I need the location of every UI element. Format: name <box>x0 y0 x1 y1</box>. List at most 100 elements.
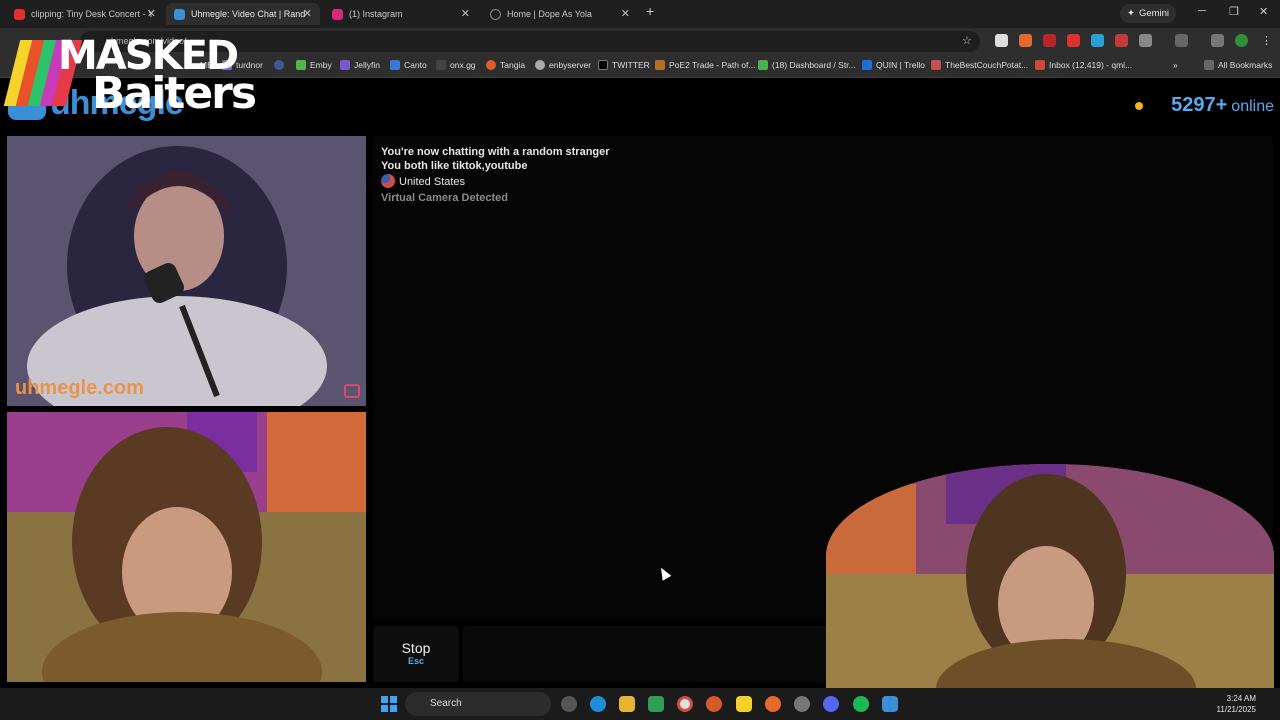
extension-k-icon[interactable] <box>995 34 1008 47</box>
online-label: online <box>1231 98 1274 115</box>
bookmark-label: QUIN | Trello <box>876 60 925 70</box>
extension-fox-icon[interactable] <box>1019 34 1032 47</box>
sidepanel-icon[interactable] <box>1175 34 1188 47</box>
youtube-icon <box>14 8 25 20</box>
streamer-webcam-overlay <box>826 464 1274 694</box>
chat-country-line: United States <box>381 174 465 188</box>
stop-label: Stop <box>401 640 431 656</box>
chat-status-line: You're now chatting with a random strang… <box>381 146 610 158</box>
chat-interests-line: You both like tiktok,youtube <box>381 160 528 172</box>
edge-icon[interactable] <box>590 696 606 712</box>
tab-instagram[interactable]: (1) Instagram ✕ <box>324 3 478 25</box>
avatar[interactable] <box>1235 34 1248 47</box>
instagram-icon <box>332 8 343 20</box>
more-bookmarks-icon[interactable]: » <box>1173 60 1178 70</box>
bookmark-gmail[interactable]: Inbox (12,419) - qmi... <box>1035 60 1132 70</box>
stranger-video: uhmegle.com <box>7 136 366 406</box>
bookmark-label: PoE2 Trade - Path of... <box>669 60 756 70</box>
bookmark-label: Emby <box>310 60 332 70</box>
bookmark-canto[interactable]: Canto <box>390 60 427 70</box>
bookmark-facebook[interactable] <box>274 60 284 70</box>
tab-yola[interactable]: Home | Dope As Yola ✕ <box>482 3 638 25</box>
couchpotato-icon <box>931 60 941 70</box>
new-tab-button[interactable]: + <box>646 3 654 19</box>
browser-tab-strip: clipping: Tiny Desk Concert - Y ✕ Uhmegl… <box>0 0 1280 28</box>
tab-label: Uhmegle: Video Chat | Rand <box>191 9 306 19</box>
bookmark-label: onx.gg <box>450 60 476 70</box>
maximize-icon[interactable]: ❐ <box>1229 5 1239 18</box>
discord-icon[interactable] <box>823 696 839 712</box>
star-icon[interactable]: ☆ <box>962 34 972 47</box>
obs-icon[interactable] <box>794 696 810 712</box>
bookmark-label: Tangia <box>500 60 526 70</box>
windows-start-icon[interactable] <box>381 696 397 712</box>
youtube-ext-icon[interactable] <box>1067 34 1080 47</box>
bookmark-label: (18) Dashboard / Str... <box>772 60 856 70</box>
system-clock[interactable]: 3:24 AM 11/21/2025 <box>1217 693 1256 715</box>
sparkle-icon: ✦ <box>1126 8 1135 19</box>
widgets-icon[interactable] <box>561 696 577 712</box>
tab-clipping[interactable]: clipping: Tiny Desk Concert - Y ✕ <box>6 3 164 25</box>
menu-icon[interactable]: ⋮ <box>1261 34 1272 47</box>
emby-icon <box>296 60 306 70</box>
bookmark-trello[interactable]: QUIN | Trello <box>862 60 925 70</box>
message-input[interactable] <box>463 626 833 682</box>
bookmark-label: Inbox (12,419) - qmi... <box>1049 60 1133 70</box>
extension-red-icon[interactable] <box>1043 34 1056 47</box>
terminal-icon[interactable] <box>648 696 664 712</box>
chrome-icon[interactable] <box>677 696 693 712</box>
stop-button[interactable]: Stop Esc <box>373 626 459 682</box>
dashboard-icon <box>758 60 768 70</box>
close-icon[interactable]: ✕ <box>621 7 630 20</box>
bookmark-tangia[interactable]: Tangia <box>486 60 525 70</box>
puzzle-icon[interactable] <box>1139 34 1152 47</box>
close-window-icon[interactable]: ✕ <box>1259 5 1268 18</box>
firefox-icon[interactable] <box>765 696 781 712</box>
bookmark-couchpotato[interactable]: TheBestCouchPotat... <box>931 60 1028 70</box>
self-video <box>7 412 366 682</box>
bookmark-poe2[interactable]: PoE2 Trade - Path of... <box>655 60 755 70</box>
us-flag-icon <box>381 174 395 188</box>
report-flag-icon[interactable] <box>344 384 360 398</box>
trello-icon <box>862 60 872 70</box>
online-counter: 5297+ online <box>1135 94 1274 117</box>
bookmark-jellyfin[interactable]: Jellyfin <box>340 60 380 70</box>
bookmark-onx[interactable]: onx.gg <box>436 60 476 70</box>
loading-icon <box>490 8 501 20</box>
uhmegle-icon <box>174 8 185 20</box>
streamer-webcam-feed <box>826 464 1274 694</box>
country-name: United States <box>399 176 466 188</box>
tab-uhmegle[interactable]: Uhmegle: Video Chat | Rand ✕ <box>166 3 320 25</box>
uhmegle-watermark: uhmegle.com <box>15 377 144 399</box>
bookmark-label: Jellyfin <box>354 60 380 70</box>
app-icon[interactable] <box>882 696 898 712</box>
extension-blue-icon[interactable] <box>1091 34 1104 47</box>
extension-tag-icon[interactable] <box>1115 34 1128 47</box>
close-icon[interactable]: ✕ <box>147 7 156 20</box>
sticky-notes-icon[interactable] <box>736 696 752 712</box>
facebook-icon <box>274 60 284 70</box>
minimize-icon[interactable]: ─ <box>1198 5 1206 17</box>
jellyfin-icon <box>340 60 350 70</box>
bookmark-label: TWITTER <box>612 60 650 70</box>
bookmark-twitter[interactable]: TWITTER <box>598 60 650 70</box>
brave-icon[interactable] <box>706 696 722 712</box>
taskbar-search[interactable]: Search <box>405 692 551 716</box>
file-explorer-icon[interactable] <box>619 696 635 712</box>
close-icon[interactable]: ✕ <box>461 7 470 20</box>
close-icon[interactable]: ✕ <box>303 7 312 20</box>
tab-label: Home | Dope As Yola <box>507 9 592 19</box>
bookmark-enbyserver[interactable]: enbyserver <box>535 60 591 70</box>
masked-baiters-logo: MASKED Baiters <box>3 36 257 116</box>
globe-icon <box>535 60 545 70</box>
gemini-button[interactable]: ✦ Gemini <box>1120 4 1176 23</box>
bookmark-emby[interactable]: Emby <box>296 60 332 70</box>
media-icon[interactable] <box>1211 34 1224 47</box>
self-video-feed <box>7 412 366 682</box>
tangia-icon <box>486 60 496 70</box>
logo-line2: Baiters <box>92 68 257 119</box>
theme-toggle-icon[interactable] <box>1135 101 1144 110</box>
spotify-icon[interactable] <box>853 696 869 712</box>
all-bookmarks[interactable]: All Bookmarks <box>1204 60 1272 70</box>
bookmark-dashboard[interactable]: (18) Dashboard / Str... <box>758 60 856 70</box>
